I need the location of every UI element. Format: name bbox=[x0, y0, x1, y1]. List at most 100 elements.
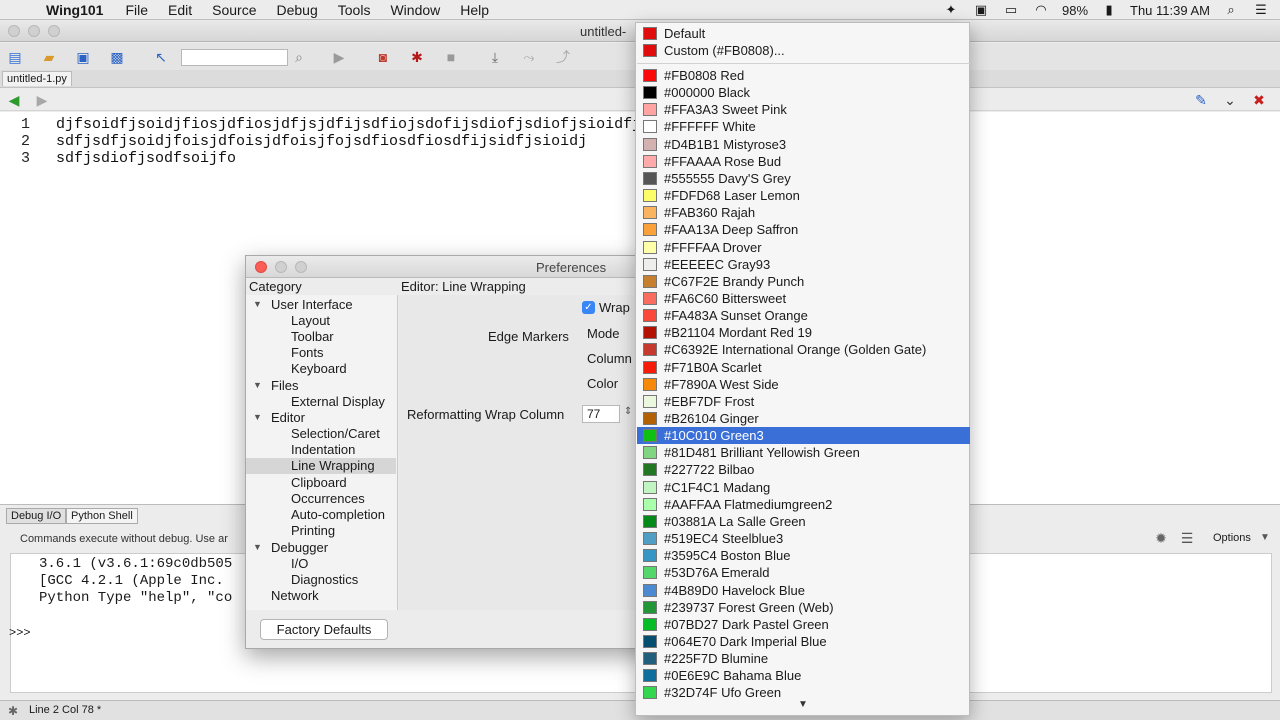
color-option[interactable]: #555555 Davy'S Grey bbox=[637, 170, 970, 187]
dropbox-icon[interactable]: ✦ bbox=[942, 3, 960, 17]
color-option[interactable]: #81D481 Brilliant Yellowish Green bbox=[637, 444, 970, 461]
color-option[interactable]: #FB0808 Red bbox=[637, 67, 970, 84]
color-option[interactable]: #FA6C60 Bittersweet bbox=[637, 290, 970, 307]
save-icon[interactable]: ▣ bbox=[74, 48, 92, 66]
color-option[interactable]: Custom (#FB0808)... bbox=[637, 42, 970, 59]
list-indent-icon[interactable]: ☰ bbox=[1178, 529, 1196, 547]
color-option[interactable]: #064E70 Dark Imperial Blue bbox=[637, 633, 970, 650]
zoom-dialog-icon[interactable] bbox=[295, 261, 307, 273]
step-over-icon[interactable]: ⤳ bbox=[520, 48, 538, 66]
shell-prompt[interactable]: >>> bbox=[9, 626, 31, 640]
tree-item-user-interface[interactable]: User Interface bbox=[271, 297, 353, 313]
color-option[interactable]: #F7890A West Side bbox=[637, 376, 970, 393]
expand-arrow-icon[interactable]: ▼ bbox=[253, 299, 262, 309]
color-option[interactable]: #227722 Bilbao bbox=[637, 461, 970, 478]
tree-item-selection-caret[interactable]: Selection/Caret bbox=[291, 426, 380, 442]
color-option[interactable]: #FAB360 Rajah bbox=[637, 204, 970, 221]
color-option[interactable]: #FFFFAA Drover bbox=[637, 239, 970, 256]
stop-debug-icon[interactable]: ◙ bbox=[374, 48, 392, 66]
tree-item-occurrences[interactable]: Occurrences bbox=[291, 491, 365, 507]
tree-item-files[interactable]: Files bbox=[271, 378, 298, 394]
tree-item-clipboard[interactable]: Clipboard bbox=[291, 475, 347, 491]
color-option[interactable]: #07BD27 Dark Pastel Green bbox=[637, 616, 970, 633]
color-option[interactable]: #FAA13A Deep Saffron bbox=[637, 221, 970, 238]
minimize-dialog-icon[interactable] bbox=[275, 261, 287, 273]
color-option[interactable]: #519EC4 Steelblue3 bbox=[637, 530, 970, 547]
bug-status-icon[interactable]: ✱ bbox=[4, 702, 22, 720]
color-option[interactable]: #C1F4C1 Madang bbox=[637, 479, 970, 496]
spotlight-search-icon[interactable]: ⌕ bbox=[1222, 3, 1240, 17]
code-text[interactable]: sdfjsdfjsoidjfoisjdfoisjdfoisjfojsdfiosd… bbox=[56, 133, 587, 150]
back-arrow-icon[interactable]: ◀ bbox=[5, 91, 23, 109]
color-option[interactable]: #AAFFAA Flatmediumgreen2 bbox=[637, 496, 970, 513]
expand-arrow-icon[interactable]: ▼ bbox=[253, 380, 262, 390]
forward-arrow-icon[interactable]: ▶ bbox=[33, 91, 51, 109]
options-chevron-icon[interactable]: ▼ bbox=[1256, 529, 1274, 547]
tree-item-indentation[interactable]: Indentation bbox=[291, 442, 355, 458]
tab-python-shell[interactable]: Python Shell bbox=[66, 508, 138, 524]
wrap-checkbox[interactable]: ✓ bbox=[582, 301, 595, 314]
expand-arrow-icon[interactable]: ▼ bbox=[253, 542, 262, 552]
tree-item-line-wrapping[interactable]: Line Wrapping bbox=[291, 458, 375, 474]
debug-bug-icon[interactable]: ✱ bbox=[408, 48, 426, 66]
color-option[interactable]: #03881A La Salle Green bbox=[637, 513, 970, 530]
tree-item-io[interactable]: I/O bbox=[291, 556, 308, 572]
tree-item-external-display[interactable]: External Display bbox=[291, 394, 385, 410]
color-option[interactable]: #FA483A Sunset Orange bbox=[637, 307, 970, 324]
menu-help[interactable]: Help bbox=[450, 2, 499, 18]
tree-item-toolbar[interactable]: Toolbar bbox=[291, 329, 334, 345]
close-dialog-icon[interactable] bbox=[255, 261, 267, 273]
search-icon[interactable]: ⌕ bbox=[290, 48, 308, 66]
battery-icon[interactable]: ▮ bbox=[1100, 3, 1118, 17]
toolbar-search-input[interactable] bbox=[181, 49, 288, 66]
color-option[interactable]: #FFFFFF White bbox=[637, 118, 970, 135]
step-into-icon[interactable]: ⤓ bbox=[486, 48, 504, 66]
close-editor-icon[interactable]: ✖ bbox=[1250, 91, 1268, 109]
color-option[interactable]: #3595C4 Boston Blue bbox=[637, 547, 970, 564]
color-option[interactable]: #D4B1B1 Mistyrose3 bbox=[637, 136, 970, 153]
notification-center-icon[interactable]: ☰ bbox=[1252, 3, 1270, 17]
wifi-icon[interactable]: ◠ bbox=[1032, 3, 1050, 17]
app-menu[interactable]: Wing101 bbox=[46, 2, 103, 18]
code-text[interactable]: sdfjsdiofjsodfsoijfo bbox=[56, 150, 236, 167]
stop-icon[interactable]: ■ bbox=[442, 48, 460, 66]
file-tab[interactable]: untitled-1.py bbox=[2, 71, 72, 86]
code-text[interactable]: djfsoidfjsoidjfiosjdfiosjdfjsjdfijsdfioj… bbox=[56, 116, 650, 133]
color-option[interactable]: #C67F2E Brandy Punch bbox=[637, 273, 970, 290]
color-option[interactable]: #EBF7DF Frost bbox=[637, 393, 970, 410]
tree-item-auto-completion[interactable]: Auto-completion bbox=[291, 507, 385, 523]
tree-item-layout[interactable]: Layout bbox=[291, 313, 330, 329]
tree-item-keyboard[interactable]: Keyboard bbox=[291, 361, 347, 377]
menu-file[interactable]: File bbox=[115, 2, 158, 18]
color-option[interactable]: #B21104 Mordant Red 19 bbox=[637, 324, 970, 341]
minimize-window-icon[interactable] bbox=[28, 25, 40, 37]
color-option[interactable]: #EEEEEC Gray93 bbox=[637, 256, 970, 273]
tree-item-debugger[interactable]: Debugger bbox=[271, 540, 328, 556]
color-option[interactable]: #F71B0A Scarlet bbox=[637, 359, 970, 376]
tree-item-network[interactable]: Network bbox=[271, 588, 319, 604]
color-option[interactable]: Default bbox=[637, 25, 970, 42]
tree-item-printing[interactable]: Printing bbox=[291, 523, 335, 539]
zoom-window-icon[interactable] bbox=[48, 25, 60, 37]
scroll-down-arrow-icon[interactable]: ▼ bbox=[798, 699, 808, 710]
airplay-icon[interactable]: ▭ bbox=[1002, 3, 1020, 17]
color-option[interactable]: #B26104 Ginger bbox=[637, 410, 970, 427]
chevron-down-icon[interactable]: ⌄ bbox=[1221, 91, 1239, 109]
menu-source[interactable]: Source bbox=[202, 2, 266, 18]
menu-window[interactable]: Window bbox=[380, 2, 450, 18]
color-option[interactable]: #FFAAAA Rose Bud bbox=[637, 153, 970, 170]
save-all-icon[interactable]: ▩ bbox=[108, 48, 126, 66]
stepper-icon[interactable]: ⇕ bbox=[624, 406, 632, 417]
color-option[interactable]: #FDFD68 Laser Lemon bbox=[637, 187, 970, 204]
color-option[interactable]: #C6392E International Orange (Golden Gat… bbox=[637, 341, 970, 358]
open-folder-icon[interactable]: ▰ bbox=[40, 48, 58, 66]
menu-tools[interactable]: Tools bbox=[328, 2, 381, 18]
tree-item-editor[interactable]: Editor bbox=[271, 410, 305, 426]
battery-percent[interactable]: 98% bbox=[1062, 3, 1088, 18]
color-option[interactable]: #4B89D0 Havelock Blue bbox=[637, 582, 970, 599]
tree-item-fonts[interactable]: Fonts bbox=[291, 345, 324, 361]
color-option[interactable]: #53D76A Emerald bbox=[637, 564, 970, 581]
color-option[interactable]: #0E6E9C Bahama Blue bbox=[637, 667, 970, 684]
tree-item-diagnostics[interactable]: Diagnostics bbox=[291, 572, 358, 588]
clock[interactable]: Thu 11:39 AM bbox=[1130, 3, 1210, 18]
